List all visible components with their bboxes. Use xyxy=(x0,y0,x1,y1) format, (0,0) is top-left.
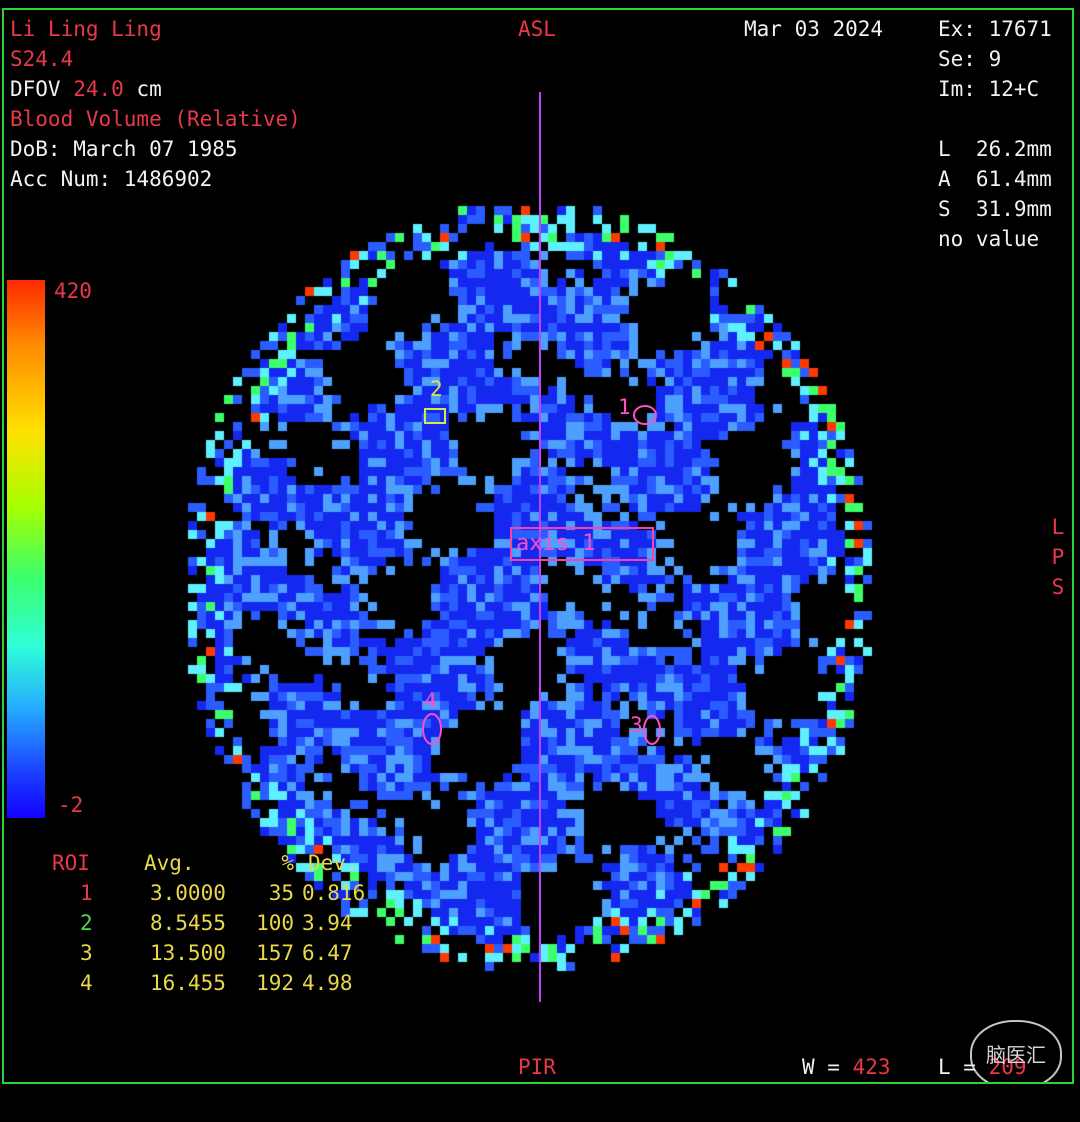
roi-pct: 100 xyxy=(256,911,294,935)
table-row: 3 13.500 157 6.47 xyxy=(52,938,365,968)
roi-3-label: 3 xyxy=(630,713,643,737)
accession-number: Acc Num: 1486902 xyxy=(10,167,213,191)
roi-pct: 157 xyxy=(256,941,294,965)
table-row: 1 3.0000 35 0.816 xyxy=(52,878,365,908)
roi-table-header: ROI Avg. % Dev. xyxy=(52,848,365,878)
roi-id: 2 xyxy=(80,911,93,935)
image-viewport[interactable]: 1 2 3 4 axis 1 Li Ling Ling S24.4 DFOV 2… xyxy=(2,8,1074,1084)
exam-number: Ex: 17671 xyxy=(938,17,1052,41)
roi-dev: 3.94 xyxy=(302,911,353,935)
roi-1-label: 1 xyxy=(618,395,631,419)
position-l: L 26.2mm xyxy=(938,137,1052,161)
roi-dev: 0.816 xyxy=(302,881,366,905)
roi-avg: 3.0000 xyxy=(150,881,226,905)
roi-id: 3 xyxy=(80,941,93,965)
window-label: W = xyxy=(802,1055,840,1079)
axis-label[interactable]: axis 1 xyxy=(510,527,654,561)
header-pct: % xyxy=(281,851,294,875)
roi-pct: 192 xyxy=(256,971,294,995)
orientation-right-2: P xyxy=(1051,545,1065,569)
study-date: Mar 03 2024 xyxy=(744,17,884,41)
header-avg: Avg. xyxy=(144,851,195,875)
dfov-value: 24.0 xyxy=(73,77,124,101)
patient-name: Li Ling Ling xyxy=(10,17,162,41)
position-s: S 31.9mm xyxy=(938,197,1052,221)
series-description: S24.4 xyxy=(10,47,74,71)
window-value: 423 xyxy=(852,1055,891,1079)
roi-dev: 6.47 xyxy=(302,941,353,965)
table-row: 2 8.5455 100 3.94 xyxy=(52,908,365,938)
colorbar[interactable] xyxy=(7,280,45,818)
roi-id: 1 xyxy=(80,881,93,905)
roi-avg: 13.500 xyxy=(150,941,226,965)
orientation-bottom: PIR xyxy=(518,1055,556,1079)
header-roi: ROI xyxy=(52,851,90,875)
watermark-logo: 脑医汇 xyxy=(970,1020,1062,1082)
position-a: A 61.4mm xyxy=(938,167,1052,191)
roi-dev: 4.98 xyxy=(302,971,353,995)
series-number: Se: 9 xyxy=(938,47,1002,71)
orientation-right-3: S xyxy=(1051,575,1065,599)
roi-4-label: 4 xyxy=(424,689,437,713)
roi-id: 4 xyxy=(80,971,93,995)
dfov-readout: DFOV 24.0 cm xyxy=(10,74,162,104)
dfov-unit: cm xyxy=(136,77,162,101)
roi-stats-table: ROI Avg. % Dev. 1 3.0000 35 0.816 2 8.54… xyxy=(52,848,365,998)
map-type: Blood Volume (Relative) xyxy=(10,107,301,131)
roi-1-ellipse[interactable] xyxy=(633,405,657,425)
colorbar-max: 420 xyxy=(54,279,92,303)
roi-avg: 8.5455 xyxy=(150,911,226,935)
colorbar-min: -2 xyxy=(58,793,84,817)
window-readout[interactable]: W = 423 xyxy=(802,1052,891,1082)
date-of-birth: DoB: March 07 1985 xyxy=(10,137,238,161)
orientation-right-1: L xyxy=(1051,515,1065,539)
pixel-value: no value xyxy=(938,227,1040,251)
roi-pct: 35 xyxy=(268,881,294,905)
orientation-top: ASL xyxy=(518,17,556,41)
roi-4-ellipse[interactable] xyxy=(422,713,442,745)
roi-2-ellipse[interactable] xyxy=(424,408,446,424)
roi-avg: 16.455 xyxy=(150,971,226,995)
table-row: 4 16.455 192 4.98 xyxy=(52,968,365,998)
roi-2-label: 2 xyxy=(430,377,443,401)
header-dev: Dev. xyxy=(308,851,359,875)
image-number: Im: 12+C xyxy=(938,77,1040,101)
dfov-label: DFOV xyxy=(10,77,61,101)
roi-3-ellipse[interactable] xyxy=(643,715,661,745)
